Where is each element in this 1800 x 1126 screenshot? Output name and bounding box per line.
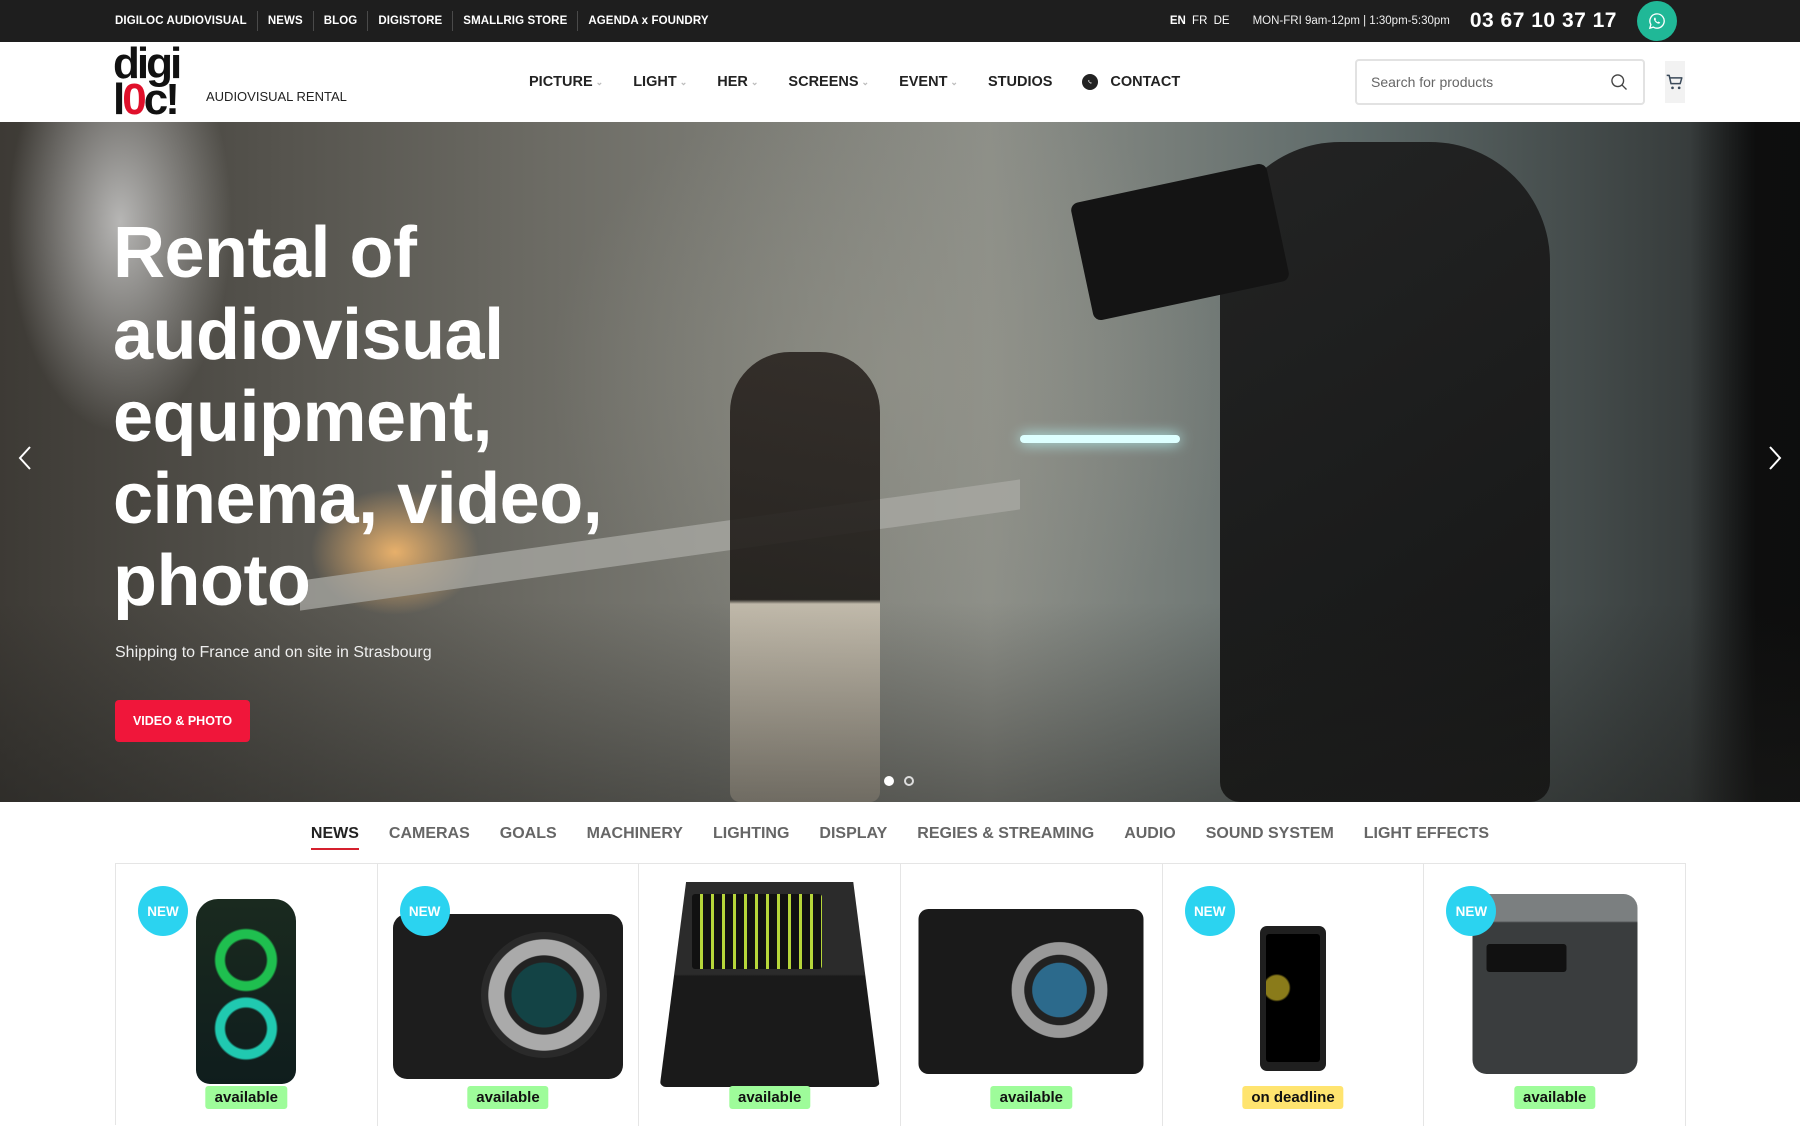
availability-badge: on deadline bbox=[1242, 1086, 1344, 1109]
language-switcher: EN FR DE bbox=[1170, 15, 1233, 27]
tab-machinery[interactable]: MACHINERY bbox=[587, 817, 683, 847]
whatsapp-icon bbox=[1082, 74, 1099, 90]
hero-slider: Rental of audiovisual equipment, cinema,… bbox=[0, 122, 1800, 802]
product-card[interactable]: NEW available bbox=[378, 864, 640, 1126]
chevron-left-icon bbox=[18, 446, 31, 470]
nav-her[interactable]: HER ⌄ bbox=[717, 74, 758, 90]
new-badge: NEW bbox=[399, 886, 450, 936]
new-badge: NEW bbox=[138, 886, 188, 936]
top-link-digiloc-audiovisual[interactable]: DIGILOC AUDIOVISUAL bbox=[115, 11, 257, 31]
top-link-digistore[interactable]: DIGISTORE bbox=[367, 11, 452, 31]
phone-number[interactable]: 03 67 10 37 17 bbox=[1470, 9, 1617, 33]
product-card[interactable]: NEW available bbox=[116, 864, 378, 1126]
nav-label: SCREENS bbox=[788, 74, 859, 90]
nav-label: PICTURE bbox=[529, 74, 593, 90]
chevron-down-icon: ⌄ bbox=[861, 76, 870, 87]
nav-contact[interactable]: CONTACT bbox=[1082, 74, 1180, 90]
top-link-agenda-foundry[interactable]: AGENDA x FOUNDRY bbox=[577, 11, 718, 31]
availability-badge: available bbox=[467, 1086, 549, 1109]
product-card[interactable]: NEW on deadline bbox=[1163, 864, 1425, 1126]
top-link-blog[interactable]: BLOG bbox=[312, 11, 368, 31]
category-tabs: NEWS CAMERAS GOALS MACHINERY LIGHTING DI… bbox=[0, 802, 1800, 862]
nav-label: EVENT bbox=[899, 74, 948, 90]
new-badge: NEW bbox=[1184, 886, 1235, 936]
slider-dot-2[interactable] bbox=[904, 776, 914, 786]
nav-label: CONTACT bbox=[1110, 74, 1181, 90]
chevron-down-icon: ⌄ bbox=[679, 76, 688, 87]
nav-picture[interactable]: PICTURE ⌄ bbox=[529, 74, 603, 90]
product-card[interactable]: available bbox=[639, 864, 902, 1126]
lang-de[interactable]: DE bbox=[1214, 15, 1230, 27]
hero-bg-light-tube bbox=[1020, 435, 1180, 443]
tab-light-effects[interactable]: LIGHT EFFECTS bbox=[1364, 817, 1489, 847]
availability-badge: available bbox=[728, 1086, 811, 1109]
cart-button[interactable] bbox=[1665, 61, 1685, 103]
main-header: digi l0c! AUDIOVISUAL RENTAL PICTURE ⌄ LI… bbox=[0, 42, 1800, 122]
search-box bbox=[1355, 59, 1645, 105]
logo-zero: 0 bbox=[122, 75, 147, 124]
chevron-down-icon: ⌄ bbox=[595, 76, 604, 87]
slider-next-button[interactable] bbox=[1760, 438, 1790, 478]
lang-fr[interactable]: FR bbox=[1192, 15, 1207, 27]
tab-sound-system[interactable]: SOUND SYSTEM bbox=[1206, 817, 1334, 847]
logo-c: c! bbox=[143, 75, 180, 124]
cart-icon bbox=[1666, 74, 1683, 90]
availability-badge: available bbox=[990, 1086, 1073, 1109]
opening-hours: MON-FRI 9am-12pm | 1:30pm-5:30pm bbox=[1252, 15, 1450, 27]
search-icon[interactable] bbox=[1609, 72, 1629, 92]
product-image-speaker[interactable] bbox=[196, 899, 297, 1084]
tab-cameras[interactable]: CAMERAS bbox=[389, 817, 470, 847]
product-image-power-station[interactable] bbox=[1472, 894, 1638, 1074]
hero-subtitle: Shipping to France and on site in Strasb… bbox=[115, 644, 432, 661]
tab-lighting[interactable]: LIGHTING bbox=[713, 817, 789, 847]
nav-label: STUDIOS bbox=[987, 74, 1053, 90]
lang-en[interactable]: EN bbox=[1170, 15, 1186, 27]
top-bar: DIGILOC AUDIOVISUAL NEWS BLOG DIGISTORE … bbox=[0, 0, 1800, 42]
chevron-down-icon: ⌄ bbox=[750, 76, 759, 87]
search-input[interactable] bbox=[1371, 74, 1609, 90]
top-link-smallrig-store[interactable]: SMALLRIG STORE bbox=[452, 11, 577, 31]
tab-goals[interactable]: GOALS bbox=[500, 817, 557, 847]
tab-news[interactable]: NEWS bbox=[310, 817, 359, 850]
nav-light[interactable]: LIGHT ⌄ bbox=[633, 74, 687, 90]
slider-pagination bbox=[884, 776, 914, 786]
product-image-mobile-device[interactable] bbox=[1260, 926, 1327, 1071]
hero-title: Rental of audiovisual equipment, cinema,… bbox=[113, 213, 603, 621]
top-links: DIGILOC AUDIOVISUAL NEWS BLOG DIGISTORE … bbox=[115, 0, 719, 42]
site-tagline: AUDIOVISUAL RENTAL bbox=[206, 89, 347, 104]
top-link-news[interactable]: NEWS bbox=[256, 11, 313, 31]
availability-badge: available bbox=[1513, 1086, 1596, 1109]
chevron-right-icon bbox=[1769, 446, 1782, 470]
nav-screens[interactable]: SCREENS ⌄ bbox=[788, 74, 869, 90]
logo-l: l bbox=[113, 75, 125, 124]
product-grid: NEW available NEW available available av… bbox=[115, 863, 1687, 1126]
product-card[interactable]: available bbox=[901, 864, 1163, 1126]
tab-display[interactable]: DISPLAY bbox=[819, 817, 887, 847]
tab-audio[interactable]: AUDIO bbox=[1124, 817, 1176, 847]
product-image-camera[interactable] bbox=[393, 914, 623, 1079]
product-image-mixer[interactable] bbox=[659, 882, 880, 1087]
slider-dot-1[interactable] bbox=[884, 776, 894, 786]
product-card[interactable]: NEW available bbox=[1424, 864, 1687, 1126]
main-nav: PICTURE ⌄ LIGHT ⌄ HER ⌄ SCREENS ⌄ EVENT ⌄ STU… bbox=[529, 42, 1210, 122]
nav-label: LIGHT bbox=[633, 74, 677, 90]
site-logo[interactable]: digi l0c! bbox=[113, 42, 189, 122]
nav-event[interactable]: EVENT ⌄ bbox=[899, 74, 958, 90]
whatsapp-icon bbox=[1648, 13, 1665, 30]
nav-studios[interactable]: STUDIOS bbox=[988, 74, 1052, 90]
video-photo-button[interactable]: VIDEO & PHOTO bbox=[115, 700, 250, 742]
availability-badge: available bbox=[205, 1086, 288, 1109]
nav-label: HER bbox=[717, 74, 748, 90]
tab-regies-streaming[interactable]: REGIES & STREAMING bbox=[917, 817, 1094, 847]
whatsapp-button[interactable] bbox=[1637, 1, 1677, 41]
product-image-camera[interactable] bbox=[918, 909, 1144, 1074]
slider-prev-button[interactable] bbox=[10, 438, 40, 478]
hero-bg-floor bbox=[0, 602, 1800, 802]
chevron-down-icon: ⌄ bbox=[950, 76, 958, 87]
